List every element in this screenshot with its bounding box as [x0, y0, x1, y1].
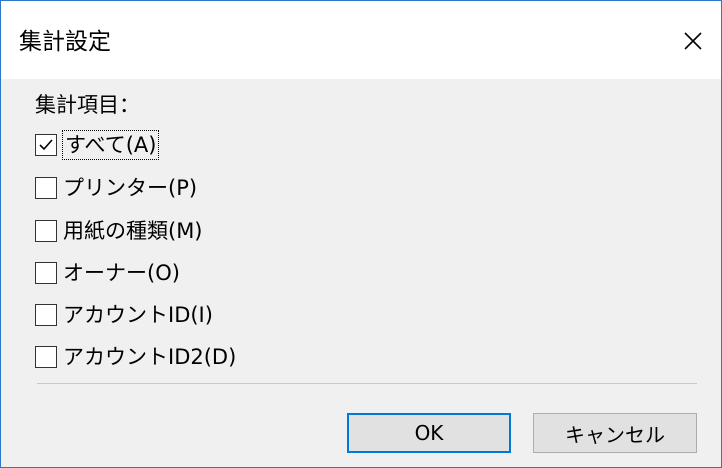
checkbox-owner[interactable]: オーナー(O)	[35, 257, 180, 289]
checkbox-box[interactable]	[35, 346, 57, 368]
checkbox-label: アカウントID(I)	[63, 303, 213, 327]
ok-button[interactable]: OK	[347, 413, 511, 453]
checkbox-all[interactable]: すべて(A)	[35, 129, 160, 161]
separator	[37, 383, 697, 384]
dialog-body: 集計項目： すべて(A) プリンター(P) 用紙の種類(M) オーナー(O) ア…	[1, 79, 721, 467]
checkmark-icon	[39, 139, 53, 151]
checkbox-label: 用紙の種類(M)	[63, 219, 203, 243]
checkbox-box[interactable]	[35, 304, 57, 326]
settings-dialog: 集計設定 集計項目： すべて(A) プリンター(P) 用紙の種類(M) オーナー…	[0, 0, 722, 468]
checkbox-box[interactable]	[35, 177, 57, 199]
aggregation-items-label: 集計項目：	[35, 93, 140, 117]
checkbox-box[interactable]	[35, 262, 57, 284]
checkbox-printer[interactable]: プリンター(P)	[35, 172, 197, 204]
checkbox-box[interactable]	[35, 134, 57, 156]
close-button[interactable]	[673, 21, 713, 61]
checkbox-paper-type[interactable]: 用紙の種類(M)	[35, 215, 203, 247]
checkbox-account-id[interactable]: アカウントID(I)	[35, 299, 213, 331]
close-icon	[684, 32, 702, 50]
checkbox-box[interactable]	[35, 220, 57, 242]
dialog-title: 集計設定	[19, 29, 111, 55]
cancel-button[interactable]: キャンセル	[533, 413, 697, 453]
checkbox-label: オーナー(O)	[63, 261, 180, 285]
checkbox-account-id2[interactable]: アカウントID2(D)	[35, 341, 236, 373]
checkbox-label: すべて(A)	[61, 130, 160, 160]
title-bar: 集計設定	[1, 1, 721, 79]
checkbox-label: プリンター(P)	[63, 176, 198, 200]
checkbox-label: アカウントID2(D)	[63, 345, 237, 369]
